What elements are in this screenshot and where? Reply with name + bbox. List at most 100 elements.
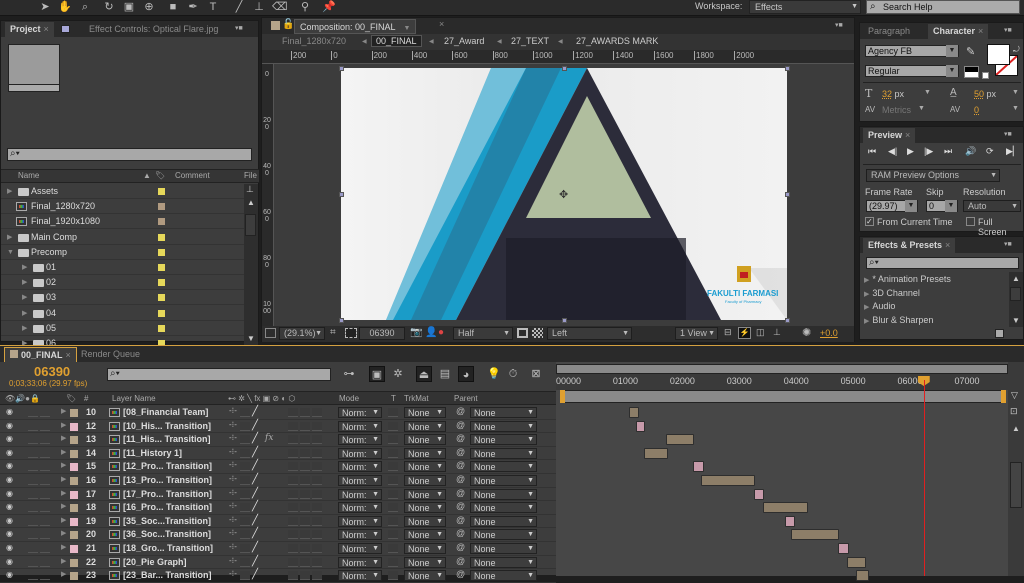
parent-pick-whip-icon[interactable]: @ — [456, 406, 465, 416]
parent-select[interactable]: None ▼ — [470, 461, 537, 473]
composition-viewer[interactable]: FAKULTI FARMASI Faculty of Pharmacy ✥ — [274, 64, 854, 326]
layer-switch[interactable] — [312, 408, 322, 417]
collapsed-arrow-icon[interactable]: ▶ — [22, 260, 27, 275]
effects-category[interactable]: ▶ * Animation Presets — [864, 274, 951, 284]
av-switch[interactable] — [28, 449, 38, 458]
collapsed-arrow-icon[interactable]: ▶ — [61, 557, 66, 565]
label-color-swatch[interactable] — [158, 233, 165, 241]
label-color-swatch[interactable] — [158, 188, 165, 195]
next-frame-icon[interactable]: |▶ — [924, 146, 933, 157]
collapse-switch[interactable] — [240, 544, 250, 553]
parent-pick-whip-icon[interactable]: @ — [456, 501, 465, 511]
tab-preview[interactable]: Preview × — [863, 128, 916, 143]
tab-project[interactable]: Project × — [5, 22, 54, 37]
brush-tool-icon[interactable]: ╱ — [232, 1, 246, 14]
layer-switch[interactable] — [288, 435, 298, 445]
label-color-swatch[interactable] — [158, 324, 165, 332]
comp-button-icon[interactable]: ⊡ — [1010, 406, 1018, 417]
label-color-swatch[interactable] — [70, 422, 78, 431]
project-item[interactable]: ▼ Precomp — [1, 245, 244, 260]
layer-row[interactable]: ◉ ▶ 13 [11_His... Transition] -⁝- ╱ fx Norm: ▼ No… — [0, 433, 556, 447]
shy-switch-icon[interactable]: -⁝- — [229, 447, 237, 456]
timeline-search-input[interactable]: ⌕▾ — [107, 368, 331, 381]
track-matte-select[interactable]: None ▼ — [404, 529, 446, 541]
audio-icon[interactable]: 🔊 — [965, 146, 976, 157]
scroll-down-icon[interactable]: ▼ — [1012, 316, 1020, 325]
collapse-switch[interactable] — [240, 448, 250, 458]
project-item[interactable]: ▶ 05 — [1, 321, 244, 336]
collapsed-arrow-icon[interactable]: ▶ — [61, 421, 66, 429]
column-parent[interactable]: Parent — [454, 394, 478, 403]
chevron-down-icon[interactable]: ▼ — [1012, 89, 1019, 96]
layer-switch[interactable] — [300, 476, 310, 485]
ram-preview-options-select[interactable]: RAM Preview Options ▼ — [866, 169, 1000, 182]
effects-category[interactable]: ▶ 3D Channel — [864, 288, 920, 298]
time-navigator[interactable] — [556, 364, 1008, 374]
project-item[interactable]: ▶ Main Comp — [1, 230, 244, 245]
blend-mode-select[interactable]: Norm: ▼ — [338, 529, 382, 541]
close-icon[interactable]: × — [905, 130, 910, 140]
av-switch[interactable] — [28, 422, 38, 431]
skip-select[interactable]: 0 ▼ — [926, 200, 958, 212]
layer-switch[interactable] — [300, 516, 310, 526]
shy-switch-icon[interactable]: -⁝- — [229, 569, 237, 578]
panel-menu-icon[interactable]: ▾■ — [235, 24, 245, 33]
layer-switch[interactable] — [300, 571, 310, 581]
loop-icon[interactable]: ⟳ — [986, 146, 994, 157]
project-item[interactable]: ▶ Assets — [1, 184, 244, 199]
collapse-switch[interactable] — [240, 516, 250, 526]
tracking-value[interactable]: 0 — [974, 105, 979, 115]
av-switch[interactable] — [28, 435, 38, 445]
timeline-graph[interactable]: 00000 01000 02000 03000 04000 05000 06000 07000 — [556, 362, 1008, 582]
timeline-scrollbar[interactable]: ▽ ⊡ ▲ — [1008, 362, 1024, 576]
av-switch[interactable] — [40, 408, 50, 417]
av-switch[interactable] — [28, 503, 38, 513]
transform-handle[interactable] — [785, 192, 790, 197]
layer-switch[interactable] — [288, 408, 298, 417]
eyedropper-icon[interactable]: ✎ — [966, 45, 975, 58]
live-update-icon[interactable]: ▣ — [369, 366, 385, 382]
layer-row[interactable]: ◉ ▶ 21 [18_Gro... Transition] -⁝- ╱ Norm: ▼ None… — [0, 542, 556, 556]
track-matte-select[interactable]: None ▼ — [404, 570, 446, 582]
region-of-interest-icon[interactable] — [517, 328, 528, 338]
workspace-select[interactable]: Effects ▼ — [749, 0, 861, 14]
blend-mode-select[interactable]: Norm: ▼ — [338, 420, 382, 432]
av-switch[interactable] — [40, 435, 50, 445]
quality-switch-icon[interactable]: ╱ — [252, 460, 258, 471]
scroll-up-icon[interactable]: ▲ — [1012, 424, 1020, 433]
av-switch[interactable] — [40, 558, 50, 567]
av-switch[interactable] — [40, 449, 50, 458]
layer-switch[interactable] — [288, 530, 298, 540]
time-ruler[interactable]: 00000 01000 02000 03000 04000 05000 06000 07000 — [556, 374, 1008, 390]
collapsed-arrow-icon[interactable]: ▶ — [61, 516, 66, 524]
camera-tool-icon[interactable]: ▣ — [122, 1, 136, 14]
project-item[interactable]: ▶ 04 — [1, 306, 244, 321]
shy-switch-icon[interactable]: -⁝- — [229, 474, 237, 483]
quality-switch-icon[interactable]: ╱ — [252, 433, 258, 444]
av-switch[interactable] — [40, 462, 50, 472]
av-switch[interactable] — [40, 490, 50, 499]
quality-switch-icon[interactable]: ╱ — [252, 420, 258, 431]
collapse-switch[interactable] — [240, 503, 250, 513]
visibility-eye-icon[interactable]: ◉ — [6, 407, 13, 416]
layer-switch[interactable] — [312, 489, 322, 499]
label-color-swatch[interactable] — [158, 279, 165, 287]
exposure-icon[interactable]: ✺ — [802, 326, 811, 339]
transform-handle[interactable] — [339, 66, 344, 71]
layer-name[interactable]: [23_Bar... Transition] — [123, 570, 212, 580]
track-matte-select[interactable]: None ▼ — [404, 502, 446, 514]
label-color-swatch[interactable] — [70, 531, 78, 540]
blend-mode-select[interactable]: Norm: ▼ — [338, 543, 382, 554]
layer-row[interactable]: ◉ ▶ 22 [20_Pie Graph] -⁝- ╱ Norm: ▼ None ▼ @ None ▼ — [0, 556, 556, 570]
blend-mode-select[interactable]: Norm: ▼ — [338, 434, 382, 446]
kerning-value[interactable]: Metrics — [882, 105, 911, 115]
layer-switch[interactable] — [300, 448, 310, 458]
project-search-input[interactable]: ⌕▾ — [7, 148, 252, 161]
layer-name[interactable]: [11_His... Transition] — [123, 434, 211, 444]
visibility-eye-icon[interactable]: ◉ — [6, 529, 13, 538]
layer-duration-bar[interactable] — [847, 556, 866, 568]
preserve-transparency-switch[interactable] — [388, 571, 398, 581]
track-matte-select[interactable]: None ▼ — [404, 447, 446, 459]
project-item[interactable]: ▶ 01 — [1, 260, 244, 275]
track-matte-select[interactable]: None ▼ — [404, 515, 446, 527]
